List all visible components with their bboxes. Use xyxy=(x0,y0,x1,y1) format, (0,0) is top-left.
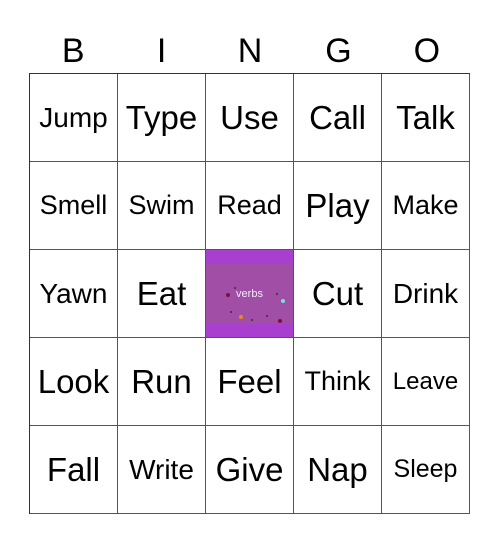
header-letter-o: O xyxy=(413,32,441,70)
cell-word: Fall xyxy=(46,450,101,488)
bingo-cell[interactable]: Smell xyxy=(30,162,118,250)
cell-word: Feel xyxy=(217,362,282,400)
header-letter-b: B xyxy=(61,32,85,70)
decorative-dot xyxy=(226,293,230,297)
cell-word: Think xyxy=(304,366,371,396)
bingo-cell[interactable]: Yawn xyxy=(30,250,118,338)
bingo-cell[interactable]: Type xyxy=(118,74,206,162)
cell-word: Leave xyxy=(392,367,459,395)
decorative-dot xyxy=(239,315,243,319)
cell-word: Give xyxy=(215,450,284,488)
free-space-label: verbs xyxy=(236,287,263,300)
bingo-cell[interactable]: Look xyxy=(30,338,118,426)
decorative-dot xyxy=(276,293,278,295)
cell-word: Look xyxy=(37,362,110,400)
bingo-cell[interactable]: Swim xyxy=(118,162,206,250)
cell-word: Play xyxy=(305,186,370,224)
bingo-cell[interactable]: Run xyxy=(118,338,206,426)
decorative-dot xyxy=(234,287,236,289)
bingo-cell[interactable]: Drink xyxy=(382,250,470,338)
bingo-cell[interactable]: Use xyxy=(206,74,294,162)
bingo-cell[interactable]: Call xyxy=(294,74,382,162)
decorative-dot xyxy=(266,315,268,317)
cell-word: Swim xyxy=(128,190,195,220)
cell-word: Smell xyxy=(39,190,108,220)
bingo-cell[interactable]: Fall xyxy=(30,426,118,514)
bingo-cell[interactable]: Write xyxy=(118,426,206,514)
decorative-dot xyxy=(251,319,253,321)
header-letter-i: I xyxy=(156,32,167,70)
bingo-cell[interactable]: Cut xyxy=(294,250,382,338)
free-space-image: verbs xyxy=(206,263,293,324)
bingo-card-grid: Jump Type Use Call Talk Smell Swim Read Play Make… xyxy=(29,73,470,514)
bingo-cell[interactable]: Think xyxy=(294,338,382,426)
decorative-dot xyxy=(230,311,232,313)
bingo-cell[interactable]: Nap xyxy=(294,426,382,514)
cell-word: Call xyxy=(309,98,366,136)
bingo-cell[interactable]: Eat xyxy=(118,250,206,338)
bingo-header: B I N G O xyxy=(29,30,471,72)
cell-word: Yawn xyxy=(39,277,108,309)
free-space-cell[interactable]: verbs xyxy=(206,250,294,338)
cell-word: Type xyxy=(125,98,198,136)
decorative-dot xyxy=(278,319,282,323)
bingo-cell[interactable]: Play xyxy=(294,162,382,250)
cell-word: Jump xyxy=(39,101,108,133)
cell-word: Run xyxy=(131,362,192,400)
cell-word: Eat xyxy=(136,274,187,312)
cell-word: Drink xyxy=(392,277,459,309)
bingo-cell[interactable]: Leave xyxy=(382,338,470,426)
bingo-cell[interactable]: Feel xyxy=(206,338,294,426)
bingo-cell[interactable]: Sleep xyxy=(382,426,470,514)
header-letter-n: N xyxy=(237,32,263,70)
cell-word: Talk xyxy=(396,98,455,136)
bingo-cell[interactable]: Read xyxy=(206,162,294,250)
bingo-cell[interactable]: Give xyxy=(206,426,294,514)
cell-word: Cut xyxy=(311,274,364,312)
bingo-cell[interactable]: Talk xyxy=(382,74,470,162)
cell-word: Nap xyxy=(307,450,368,488)
cell-word: Write xyxy=(129,453,194,485)
bingo-cell[interactable]: Jump xyxy=(30,74,118,162)
cell-word: Use xyxy=(220,98,279,136)
bingo-cell[interactable]: Make xyxy=(382,162,470,250)
header-letter-g: G xyxy=(325,32,352,70)
cell-word: Sleep xyxy=(393,455,458,483)
cell-word: Make xyxy=(392,190,459,220)
decorative-dot xyxy=(281,299,285,303)
cell-word: Read xyxy=(217,190,282,220)
